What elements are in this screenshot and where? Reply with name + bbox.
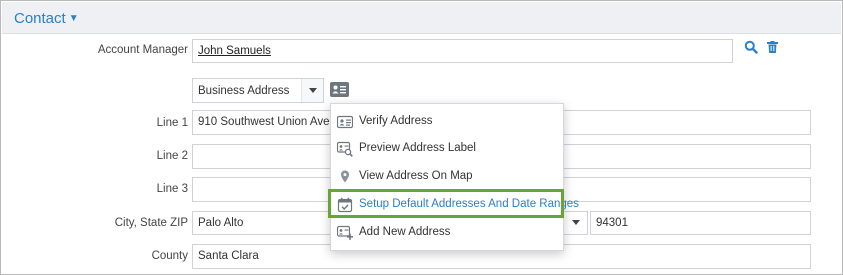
address-actions-menu: Verify Address Preview Address Label Vie… — [330, 103, 579, 251]
address-card-icon — [336, 114, 354, 130]
trash-icon[interactable] — [767, 41, 778, 53]
line1-label: Line 1 — [156, 117, 188, 129]
calendar-check-icon — [337, 197, 353, 213]
account-manager-field[interactable]: John Samuels — [192, 39, 733, 63]
line2-label: Line 2 — [156, 150, 188, 162]
search-icon[interactable] — [744, 40, 758, 54]
menu-item-label: Add New Address — [359, 226, 451, 238]
zip-input[interactable]: 94301 — [590, 211, 811, 235]
county-value: Santa Clara — [198, 250, 259, 262]
line1-value: 910 Southwest Union Avenue — [198, 116, 349, 128]
address-card-plus-icon — [336, 225, 353, 241]
address-type-select[interactable]: Business Address — [192, 78, 324, 103]
menu-item-preview-address-label[interactable]: Preview Address Label — [331, 136, 563, 162]
menu-item-view-address-on-map[interactable]: View Address On Map — [331, 164, 563, 190]
menu-item-label: Setup Default Addresses And Date Ranges — [359, 198, 579, 210]
section-header: Contact ▼ — [2, 2, 841, 34]
map-pin-icon — [337, 169, 353, 185]
contact-panel: Contact ▼ Account Manager John Samuels Bu… — [0, 0, 843, 275]
address-card-icon[interactable] — [330, 82, 349, 97]
state-chevron-down-icon[interactable] — [565, 211, 587, 235]
menu-item-label: View Address On Map — [359, 170, 473, 182]
zip-value: 94301 — [596, 217, 628, 229]
menu-item-verify-address[interactable]: Verify Address — [331, 109, 563, 135]
county-label: County — [151, 250, 188, 262]
menu-item-label: Verify Address — [359, 115, 433, 127]
city-state-zip-label: City, State ZIP — [114, 217, 188, 229]
address-type-value: Business Address — [198, 85, 290, 97]
address-card-search-icon — [336, 141, 353, 157]
account-manager-label: Account Manager — [97, 44, 188, 56]
city-value: Palo Alto — [198, 217, 244, 229]
section-toggle[interactable]: Contact ▼ — [14, 10, 79, 27]
account-manager-value[interactable]: John Samuels — [198, 45, 271, 57]
section-title: Contact — [14, 10, 66, 27]
caret-down-icon: ▼ — [68, 13, 79, 24]
line3-label: Line 3 — [156, 183, 188, 195]
menu-item-add-new-address[interactable]: Add New Address — [331, 220, 563, 246]
menu-item-setup-default-addresses[interactable]: Setup Default Addresses And Date Ranges — [331, 192, 579, 218]
menu-item-label: Preview Address Label — [359, 142, 476, 154]
chevron-down-icon[interactable] — [301, 79, 323, 102]
